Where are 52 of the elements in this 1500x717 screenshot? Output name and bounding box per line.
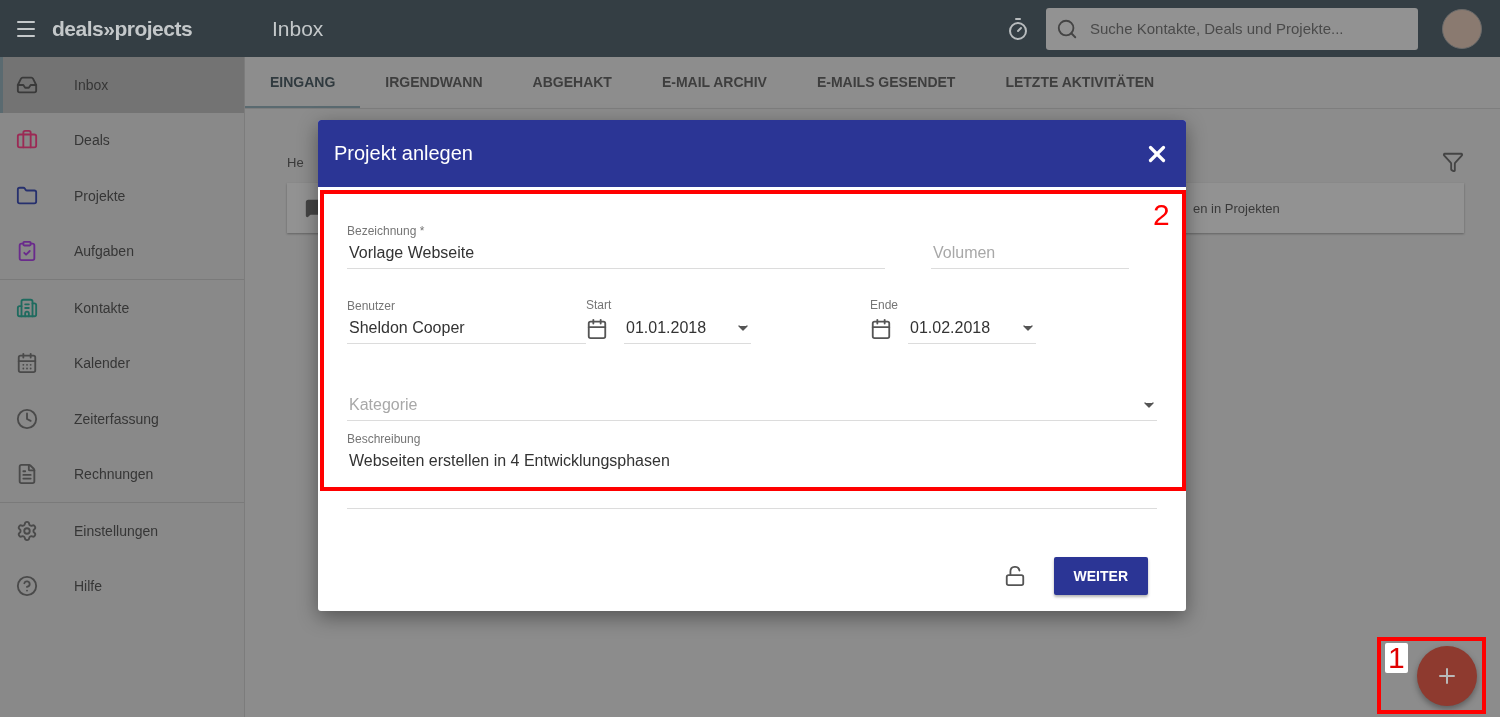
sidebar-item[interactable]: Inbox (0, 57, 244, 113)
field-value: Webseiten erstellen in 4 Entwicklungsphasen (348, 452, 671, 470)
sidebar-item[interactable]: Zeiterfassung (0, 391, 244, 447)
sidebar-item[interactable]: Einstellungen (0, 503, 244, 559)
annotation-number: 2 (1153, 198, 1170, 232)
search-icon (1056, 17, 1078, 40)
tab[interactable]: IRGENDWANN (360, 57, 508, 108)
unlock-icon[interactable] (1003, 564, 1026, 587)
date-field[interactable]: 01.01.2018 (624, 319, 751, 344)
date-field[interactable]: 01.02.2018 (908, 319, 1036, 344)
dialog-title: Projekt anlegen (334, 142, 473, 165)
filter-icon[interactable] (1442, 151, 1464, 173)
sidebar-item[interactable]: Hilfe (0, 558, 244, 614)
calendar-icon[interactable] (586, 318, 608, 340)
tab[interactable]: ABGEHAKT (507, 57, 637, 108)
annotation-number: 1 (1385, 643, 1408, 673)
sidebar-item[interactable]: Deals (0, 112, 244, 168)
field-value: Vorlage Webseite (348, 244, 476, 262)
next-button[interactable]: WEITER (1053, 556, 1148, 595)
sidebar-item[interactable]: Projekte (0, 168, 244, 224)
field-label: Beschreibung (347, 432, 422, 446)
text-field[interactable]: Bezeichnung * Vorlage Webseite (347, 224, 885, 269)
field-label: Bezeichnung * (347, 224, 426, 238)
tab[interactable]: LETZTE AKTIVITÄTEN (980, 57, 1180, 108)
field-value: 01.01.2018 (625, 319, 707, 337)
select-field[interactable]: Kategorie (347, 396, 1157, 421)
tab[interactable]: EINGANG (245, 57, 361, 108)
tab[interactable]: E-MAILS GESENDET (791, 57, 981, 108)
textarea-field[interactable]: Beschreibung Webseiten erstellen in 4 Entwicklungsphasen (347, 432, 1157, 509)
calendar-icon[interactable] (870, 318, 892, 340)
field-placeholder: Kategorie (348, 396, 418, 414)
sidebar-item[interactable]: Rechnungen (0, 446, 244, 502)
search-field[interactable]: Suche Kontakte, Deals und Projekte... (1046, 7, 1418, 50)
page-title: Inbox (272, 16, 325, 41)
section-heading: He (287, 154, 304, 170)
card-text: en in Projekten (1193, 200, 1280, 216)
field-placeholder: Volumen (932, 244, 997, 262)
stopwatch-icon[interactable] (1006, 16, 1030, 41)
sidebar-item[interactable]: Kontakte (0, 280, 244, 336)
sidebar-item[interactable]: Kalender (0, 335, 244, 391)
search-input[interactable]: Suche Kontakte, Deals und Projekte... (1088, 19, 1408, 38)
text-field[interactable]: Volumen (931, 244, 1129, 269)
text-field[interactable]: Benutzer Sheldon Cooper (347, 299, 586, 344)
field-label: Start (586, 298, 613, 312)
field-label: Ende (870, 298, 900, 312)
avatar[interactable] (1442, 8, 1482, 49)
sidebar-item[interactable]: Aufgaben (0, 223, 244, 279)
field-value: Sheldon Cooper (348, 319, 466, 337)
app-logo: deals»projects (52, 16, 194, 41)
field-value: 01.02.2018 (909, 319, 991, 337)
tab[interactable]: E-MAIL ARCHIV (636, 57, 792, 108)
field-label: Benutzer (347, 299, 397, 313)
